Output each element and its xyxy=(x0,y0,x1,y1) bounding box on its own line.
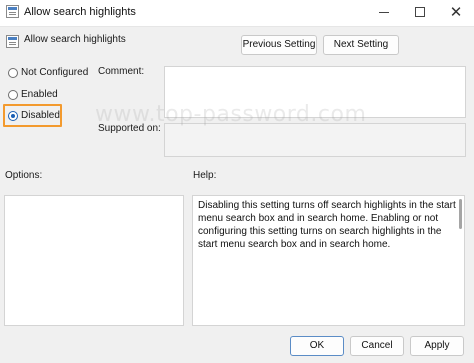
maximize-button[interactable] xyxy=(402,0,438,26)
watermark: www.top-password.com xyxy=(95,102,367,127)
options-label: Options: xyxy=(5,170,43,181)
help-pane: Disabling this setting turns off search … xyxy=(192,195,465,326)
next-setting-button[interactable]: Next Setting xyxy=(323,35,399,55)
apply-button[interactable]: Apply xyxy=(410,336,464,356)
radio-label: Disabled xyxy=(21,110,60,121)
comment-scrollbar[interactable] xyxy=(459,68,464,116)
options-pane xyxy=(4,195,184,326)
window-title: Allow search highlights xyxy=(24,6,136,18)
cancel-button[interactable]: Cancel xyxy=(350,336,404,356)
setting-title: Allow search highlights xyxy=(24,34,126,45)
close-button[interactable]: ✕ xyxy=(438,0,474,26)
help-label: Help: xyxy=(193,170,217,181)
supported-on-field xyxy=(164,123,466,157)
minimize-button[interactable] xyxy=(366,0,402,26)
radio-label: Enabled xyxy=(21,89,58,100)
radio-button-selected[interactable] xyxy=(8,111,18,121)
comment-label: Comment: xyxy=(98,66,145,77)
ok-button[interactable]: OK xyxy=(290,336,344,356)
radio-button[interactable] xyxy=(8,68,18,78)
policy-setting-icon xyxy=(6,35,19,48)
help-text: Disabling this setting turns off search … xyxy=(198,200,456,250)
policy-setting-icon xyxy=(6,5,19,18)
radio-button[interactable] xyxy=(8,90,18,100)
previous-setting-button[interactable]: Previous Setting xyxy=(241,35,317,55)
help-scrollbar[interactable] xyxy=(459,199,462,229)
radio-label: Not Configured xyxy=(21,67,89,78)
title-bar: Allow search highlights ✕ xyxy=(0,0,474,27)
